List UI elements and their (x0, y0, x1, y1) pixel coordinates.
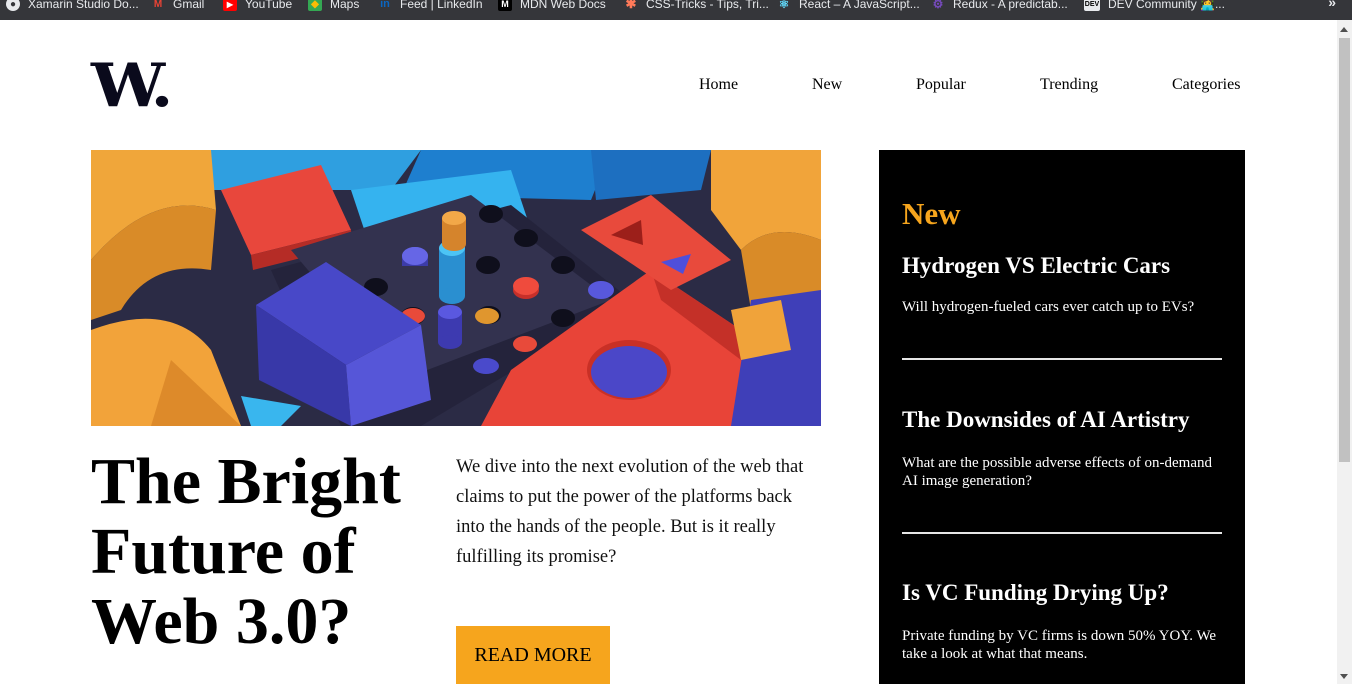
bookmark-mdn[interactable]: M MDN Web Docs (498, 0, 606, 14)
dev-icon: DEV (1084, 0, 1100, 11)
sidebar-article-title[interactable]: Hydrogen VS Electric Cars (902, 252, 1222, 280)
sidebar-article-text: What are the possible adverse effects of… (902, 455, 1213, 489)
article-headline: The Bright Future of Web 3.0? (91, 445, 401, 658)
bookmark-label: Xamarin Studio Do... (28, 0, 139, 11)
redux-icon: ⚙ (932, 0, 944, 11)
sidebar-title: New (902, 196, 961, 231)
gmail-icon: M (153, 0, 163, 10)
bookmark-dev[interactable]: DEV DEV Community 👩‍💻... (1084, 0, 1225, 14)
hero-image (91, 150, 821, 426)
bookmark-xamarin[interactable]: ● Xamarin Studio Do... (6, 0, 139, 14)
bookmark-label: CSS-Tricks - Tips, Tri... (646, 0, 769, 11)
bookmark-react[interactable]: ⚛ React – A JavaScript... (777, 0, 920, 14)
nav-new[interactable]: New (812, 76, 842, 94)
nav-home[interactable]: Home (699, 76, 738, 94)
site-logo[interactable]: W. (91, 52, 173, 120)
linkedin-icon: in (380, 0, 390, 10)
sidebar-divider (902, 358, 1222, 360)
article-summary: We dive into the next evolution of the w… (456, 457, 804, 567)
sidebar-article-text: Will hydrogen-fueled cars ever catch up … (902, 299, 1195, 315)
sidebar-article-1[interactable]: Hydrogen VS Electric Cars Will hydrogen-… (902, 252, 1222, 316)
bookmark-youtube[interactable]: ▶ YouTube (223, 0, 292, 14)
bookmarks-bar: ● Xamarin Studio Do... M Gmail ▶ YouTube… (0, 0, 1352, 20)
bookmark-label: Maps (330, 0, 360, 11)
nav-trending[interactable]: Trending (1040, 76, 1098, 94)
css-tricks-icon: ✱ (625, 0, 637, 11)
page-scrollbar[interactable] (1337, 20, 1352, 684)
react-icon: ⚛ (778, 0, 790, 11)
sidebar-divider (902, 532, 1222, 534)
nav-popular[interactable]: Popular (916, 76, 966, 94)
bookmark-label: MDN Web Docs (520, 0, 606, 11)
scrollbar-thumb[interactable] (1339, 38, 1350, 462)
maps-icon: ◆ (308, 0, 322, 11)
new-articles-sidebar: New Hydrogen VS Electric Cars Will hydro… (879, 150, 1245, 684)
bookmark-label: YouTube (245, 0, 293, 11)
mdn-icon: M (498, 0, 512, 11)
sidebar-article-title[interactable]: Is VC Funding Drying Up? (902, 579, 1222, 607)
bookmark-gmail[interactable]: M Gmail (151, 0, 205, 14)
sidebar-article-text: Private funding by VC firms is down 50% … (902, 628, 1217, 662)
bookmark-label: Redux - A predictab... (953, 0, 1068, 11)
youtube-icon: ▶ (223, 0, 237, 11)
xamarin-icon: ● (6, 0, 20, 11)
scroll-up-arrow-icon[interactable] (1340, 27, 1348, 32)
bookmark-label: DEV Community 👩‍💻... (1108, 0, 1225, 11)
bookmark-label: Feed | LinkedIn (400, 0, 483, 11)
bookmark-label: React – A JavaScript... (799, 0, 920, 11)
bookmark-label: Gmail (173, 0, 205, 11)
bookmarks-overflow-button[interactable]: » (1328, 0, 1336, 10)
scroll-down-arrow-icon[interactable] (1340, 674, 1348, 679)
read-more-button[interactable]: READ MORE (456, 626, 610, 684)
bookmark-maps[interactable]: ◆ Maps (308, 0, 359, 14)
bookmark-linkedin[interactable]: in Feed | LinkedIn (378, 0, 483, 14)
bookmark-redux[interactable]: ⚙ Redux - A predictab... (931, 0, 1068, 14)
nav-categories[interactable]: Categories (1172, 76, 1240, 94)
sidebar-article-3[interactable]: Is VC Funding Drying Up? Private funding… (902, 579, 1222, 663)
sidebar-article-title[interactable]: The Downsides of AI Artistry (902, 406, 1222, 434)
sidebar-article-2[interactable]: The Downsides of AI Artistry What are th… (902, 406, 1222, 490)
bookmark-css-tricks[interactable]: ✱ CSS-Tricks - Tips, Tri... (624, 0, 769, 14)
